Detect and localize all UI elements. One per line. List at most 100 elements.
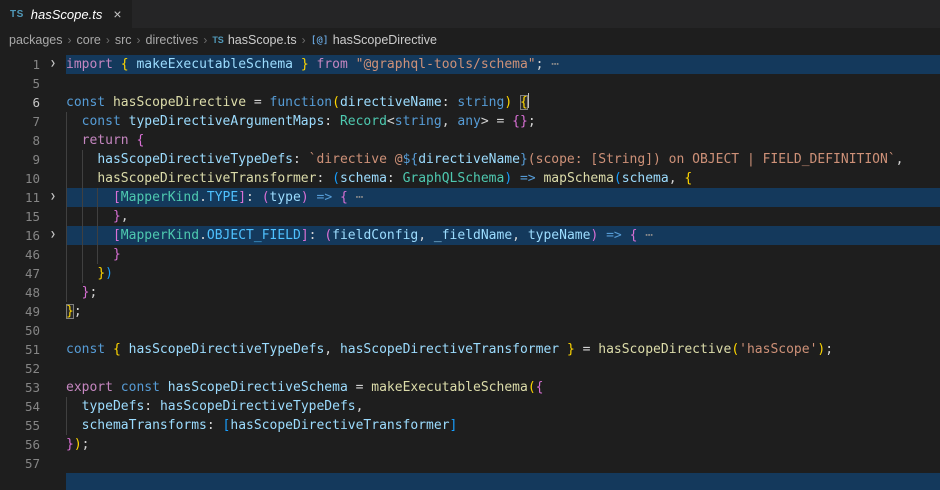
indent-guide [82, 245, 83, 264]
code-token [348, 57, 356, 72]
indent-guide [97, 188, 98, 207]
code-line: 10 hasScopeDirectiveTransformer: (schema… [0, 169, 940, 188]
code-token: } [567, 342, 575, 357]
gutter: 57 [0, 454, 66, 473]
indent-guide [66, 416, 67, 435]
line-content[interactable]: }) [66, 264, 940, 283]
gutter: 49 [0, 302, 66, 321]
line-content[interactable] [66, 454, 940, 473]
line-content[interactable]: return { [66, 131, 940, 150]
code-token [66, 418, 82, 433]
code-token: import [66, 57, 113, 72]
code-token: ; [528, 114, 536, 129]
code-token: { [340, 190, 348, 205]
code-token: function [270, 95, 333, 110]
code-token: hasScopeDirective [113, 95, 246, 110]
line-content[interactable]: } [66, 245, 940, 264]
code-token [66, 133, 82, 148]
breadcrumb-item-src[interactable]: src [115, 33, 132, 47]
code-token: ) [301, 190, 309, 205]
code-token: , [418, 228, 434, 243]
fold-chevron-empty [40, 245, 66, 264]
tab-hasscope-ts[interactable]: TS hasScope.ts × [0, 0, 132, 28]
code-token: ( [332, 95, 340, 110]
line-content[interactable]: import { makeExecutableSchema } from "@g… [66, 55, 940, 74]
breadcrumb-separator-icon: › [203, 33, 207, 47]
close-tab-icon[interactable]: × [113, 7, 121, 21]
fold-chevron-icon[interactable]: ❯ [40, 55, 66, 74]
breadcrumb-item-directives[interactable]: directives [146, 33, 199, 47]
line-number: 53 [0, 378, 40, 397]
line-content[interactable]: schemaTransforms: [hasScopeDirectiveTran… [66, 416, 940, 435]
line-content[interactable] [66, 321, 940, 340]
fold-chevron-empty [40, 112, 66, 131]
fold-chevron-empty [40, 473, 66, 490]
indent-guide [82, 226, 83, 245]
line-content[interactable]: const typeDirectiveArgumentMaps: Record<… [66, 112, 940, 131]
folded-code-ellipsis[interactable]: ⋯ [543, 57, 559, 72]
line-content[interactable]: const hasScopeDirective = function(direc… [66, 93, 940, 112]
code-token: typeDefs [82, 399, 145, 414]
code-token [113, 380, 121, 395]
line-content[interactable]: }; [66, 283, 940, 302]
line-content[interactable] [66, 473, 940, 490]
code-token: } [113, 247, 121, 262]
code-line: 1❯import { makeExecutableSchema } from "… [0, 55, 940, 74]
line-content[interactable]: [MapperKind.OBJECT_FIELD]: (fieldConfig,… [66, 226, 940, 245]
indent-guide [82, 188, 83, 207]
code-token: ; [825, 342, 833, 357]
code-token [309, 190, 317, 205]
breadcrumb-item-core[interactable]: core [77, 33, 101, 47]
line-content[interactable] [66, 359, 940, 378]
code-token: GraphQLSchema [403, 171, 505, 186]
fold-chevron-icon[interactable]: ❯ [40, 188, 66, 207]
fold-chevron-icon[interactable]: ❯ [40, 226, 66, 245]
code-token: ; [82, 437, 90, 452]
line-number: 55 [0, 416, 40, 435]
code-token: MapperKind [121, 228, 199, 243]
line-content[interactable]: hasScopeDirectiveTransformer: (schema: G… [66, 169, 940, 188]
code-token: { [520, 95, 528, 110]
breadcrumb-item-hasscopedirective[interactable]: [@]hasScopeDirective [311, 33, 437, 47]
code-token: ${ [403, 152, 419, 167]
line-number: 10 [0, 169, 40, 188]
typescript-file-icon: TS [10, 9, 24, 20]
line-content[interactable]: typeDefs: hasScopeDirectiveTypeDefs, [66, 397, 940, 416]
code-token: fieldConfig [332, 228, 418, 243]
indent-guide [66, 112, 67, 131]
code-token: = [246, 95, 269, 110]
line-number: 8 [0, 131, 40, 150]
indent-guide [66, 169, 67, 188]
line-content[interactable] [66, 74, 940, 93]
code-token: hasScopeDirectiveTransformer [340, 342, 559, 357]
breadcrumb-separator-icon: › [68, 33, 72, 47]
gutter: 10 [0, 169, 66, 188]
breadcrumb-item-hasscope-ts[interactable]: TShasScope.ts [212, 33, 296, 47]
code-token: , [324, 342, 340, 357]
line-content[interactable]: export const hasScopeDirectiveSchema = m… [66, 378, 940, 397]
line-content[interactable]: const { hasScopeDirectiveTypeDefs, hasSc… [66, 340, 940, 359]
line-content[interactable]: }; [66, 302, 940, 321]
line-content[interactable]: }); [66, 435, 940, 454]
code-token: : [144, 399, 160, 414]
code-line: 8 return { [0, 131, 940, 150]
code-token [512, 171, 520, 186]
code-token: const [121, 380, 160, 395]
breadcrumb-label: packages [9, 33, 63, 47]
line-content[interactable]: }, [66, 207, 940, 226]
folded-code-ellipsis[interactable]: ⋯ [348, 190, 364, 205]
breadcrumb-label: directives [146, 33, 199, 47]
code-token: , [512, 228, 528, 243]
fold-chevron-empty [40, 93, 66, 112]
code-token: ; [74, 304, 82, 319]
line-content[interactable]: hasScopeDirectiveTypeDefs: `directive @$… [66, 150, 940, 169]
line-content[interactable]: [MapperKind.TYPE]: (type) => { ⋯ [66, 188, 940, 207]
line-number: 50 [0, 321, 40, 340]
gutter: 56 [0, 435, 66, 454]
folded-code-ellipsis[interactable]: ⋯ [637, 228, 653, 243]
code-token: : [207, 418, 223, 433]
breadcrumb-item-packages[interactable]: packages [9, 33, 63, 47]
line-number: 46 [0, 245, 40, 264]
code-token: , [669, 171, 685, 186]
code-editor[interactable]: 1❯import { makeExecutableSchema } from "… [0, 52, 940, 490]
